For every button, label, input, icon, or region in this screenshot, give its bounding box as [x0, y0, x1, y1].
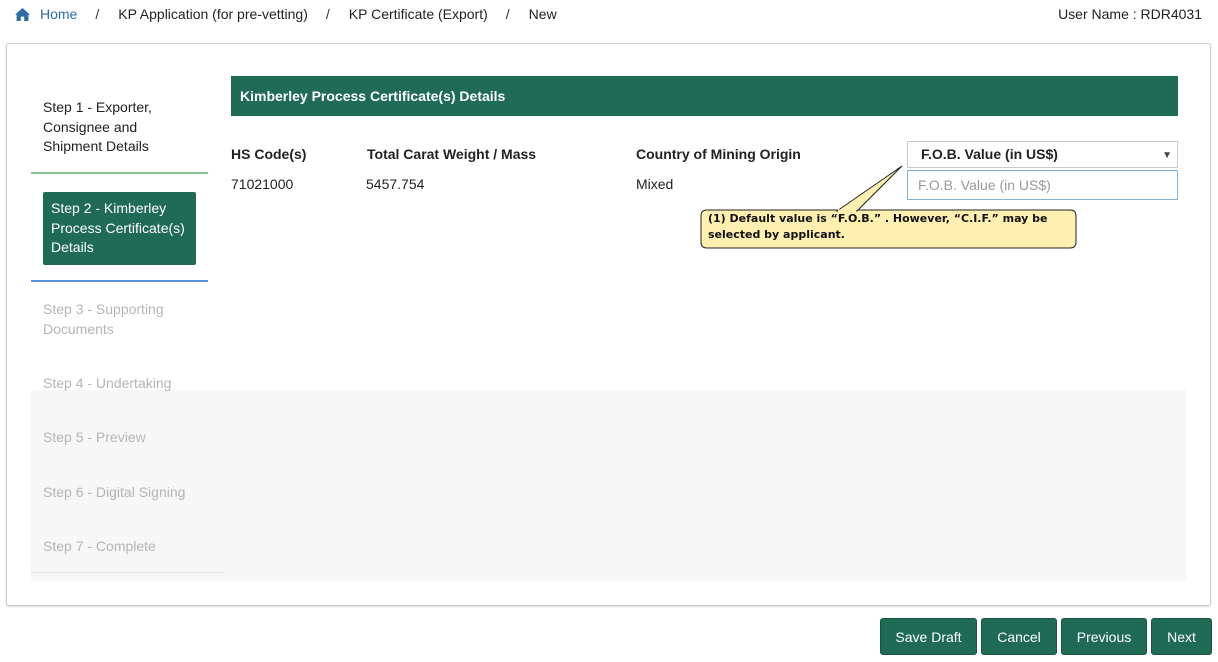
hs-code-value: 71021000 — [231, 176, 294, 192]
country-origin-value: Mixed — [636, 176, 674, 192]
previous-button[interactable]: Previous — [1061, 618, 1147, 655]
top-bar: Home / KP Application (for pre-vetting) … — [0, 0, 1218, 30]
step-2-active[interactable]: Step 2 - Kimberley Process Certificate(s… — [43, 192, 196, 265]
step-divider — [31, 172, 208, 174]
section-header: Kimberley Process Certificate(s) Details — [231, 76, 1178, 116]
breadcrumb-separator: / — [505, 6, 510, 22]
cancel-button[interactable]: Cancel — [981, 618, 1057, 655]
save-draft-button[interactable]: Save Draft — [880, 618, 977, 655]
breadcrumb-item-new: New — [528, 6, 557, 22]
step-1[interactable]: Step 1 - Exporter, Consignee and Shipmen… — [43, 98, 193, 157]
breadcrumb-separator: / — [325, 6, 330, 22]
value-type-select[interactable]: F.O.B. Value (in US$) ▼ — [907, 141, 1178, 168]
column-header-hs-code: HS Code(s) — [231, 146, 307, 162]
annotation-callout-text: (1) Default value is “F.O.B.” . However,… — [708, 212, 1048, 241]
step-3[interactable]: Step 3 - Supporting Documents — [43, 300, 193, 339]
column-header-country-origin: Country of Mining Origin — [636, 146, 801, 162]
carat-weight-value: 5457.754 — [366, 176, 425, 192]
breadcrumb-item-kp-application[interactable]: KP Application (for pre-vetting) — [118, 6, 308, 22]
value-type-selected: F.O.B. Value (in US$) — [921, 146, 1058, 162]
breadcrumb-home-label: Home — [40, 6, 78, 22]
breadcrumb-separator: / — [95, 6, 100, 22]
step-divider — [31, 280, 208, 282]
step-4[interactable]: Step 4 - Undertaking — [43, 374, 193, 394]
column-header-carat-weight: Total Carat Weight / Mass — [367, 146, 537, 162]
next-button[interactable]: Next — [1151, 618, 1212, 655]
main-card: Step 1 - Exporter, Consignee and Shipmen… — [6, 43, 1211, 606]
fob-value-input[interactable] — [907, 170, 1178, 200]
content-background — [31, 390, 1186, 581]
breadcrumb-item-kp-certificate[interactable]: KP Certificate (Export) — [349, 6, 488, 22]
step-6[interactable]: Step 6 - Digital Signing — [43, 483, 193, 503]
step-7[interactable]: Step 7 - Complete — [43, 537, 193, 557]
step-divider — [31, 572, 223, 573]
breadcrumb-home-link[interactable]: Home — [14, 6, 77, 22]
user-name: User Name : RDR4031 — [1058, 6, 1202, 22]
step-5[interactable]: Step 5 - Preview — [43, 428, 193, 448]
home-icon — [15, 7, 30, 21]
chevron-down-icon: ▼ — [1162, 150, 1172, 161]
breadcrumb: Home / KP Application (for pre-vetting) … — [14, 6, 557, 22]
